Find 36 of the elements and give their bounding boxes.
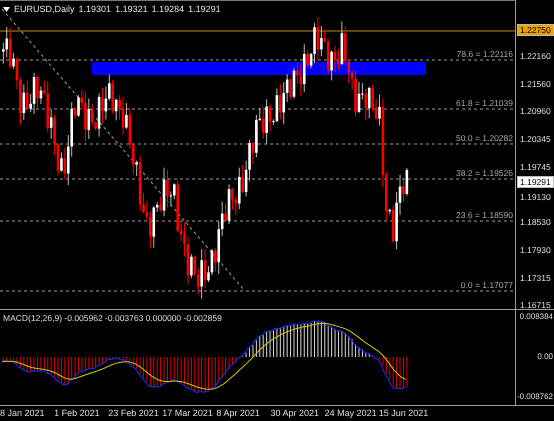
price-value: 1.19321 bbox=[115, 4, 148, 14]
macd-axis-label: -0.008762 bbox=[516, 392, 553, 401]
date-label: 1 Feb 2021 bbox=[54, 408, 100, 418]
price-axis-label: 1.16715 bbox=[520, 300, 551, 310]
fib-level-label: 50.0 = 1.20282 bbox=[456, 133, 513, 143]
caret-icon[interactable] bbox=[3, 6, 10, 12]
date-label: 23 Feb 2021 bbox=[108, 408, 159, 418]
price-axis-label: 1.17315 bbox=[520, 272, 551, 283]
fib-level-label: 78.6 = 1.22116 bbox=[456, 49, 513, 59]
price-axis-label: 1.19130 bbox=[520, 192, 551, 202]
indicator-label: MACD(12,26,9) -0.005962 -0.003763 0.000000 -0.002859 bbox=[3, 313, 222, 323]
date-label: 15 Jun 2021 bbox=[378, 408, 428, 418]
price-axis-label: 1.22160 bbox=[520, 51, 551, 61]
price-axis-label: 1.20345 bbox=[520, 134, 551, 144]
price-axis-label: 1.19745 bbox=[520, 162, 551, 172]
price-axis-label: 1.18530 bbox=[520, 217, 551, 228]
price-value: 1.19284 bbox=[152, 4, 184, 14]
macd-axis-label: 0.00 bbox=[537, 352, 553, 361]
macd-axis-label: 0.008384 bbox=[520, 312, 553, 321]
date-label: 8 Jan 2021 bbox=[0, 408, 45, 418]
fib-level-label: 38.2 = 1.19526 bbox=[456, 168, 513, 178]
date-label: 30 Apr 2021 bbox=[270, 408, 320, 418]
date-label: 8 Apr 2021 bbox=[216, 408, 260, 418]
date-label: 24 May 2021 bbox=[324, 408, 377, 418]
price-value: 1.19301 bbox=[78, 4, 112, 14]
high-price-tag: 1.22750 bbox=[517, 24, 554, 36]
fib-level-label: 0.0 = 1.17077 bbox=[460, 280, 513, 290]
date-label: 17 Mar 2021 bbox=[162, 408, 213, 418]
symbol-label: EURUSD,Daily bbox=[14, 4, 75, 14]
price-axis-label: 1.17930 bbox=[520, 244, 551, 255]
fib-level-label: 61.8 = 1.21039 bbox=[456, 98, 513, 108]
price-axis-label: 1.21560 bbox=[520, 78, 551, 89]
price-value: 1.19291 bbox=[188, 4, 221, 14]
price-axis-label: 1.20960 bbox=[520, 106, 551, 116]
bid-price-tag: 1.19291 bbox=[517, 176, 554, 188]
fib-level-label: 23.6 = 1.18590 bbox=[456, 210, 513, 220]
